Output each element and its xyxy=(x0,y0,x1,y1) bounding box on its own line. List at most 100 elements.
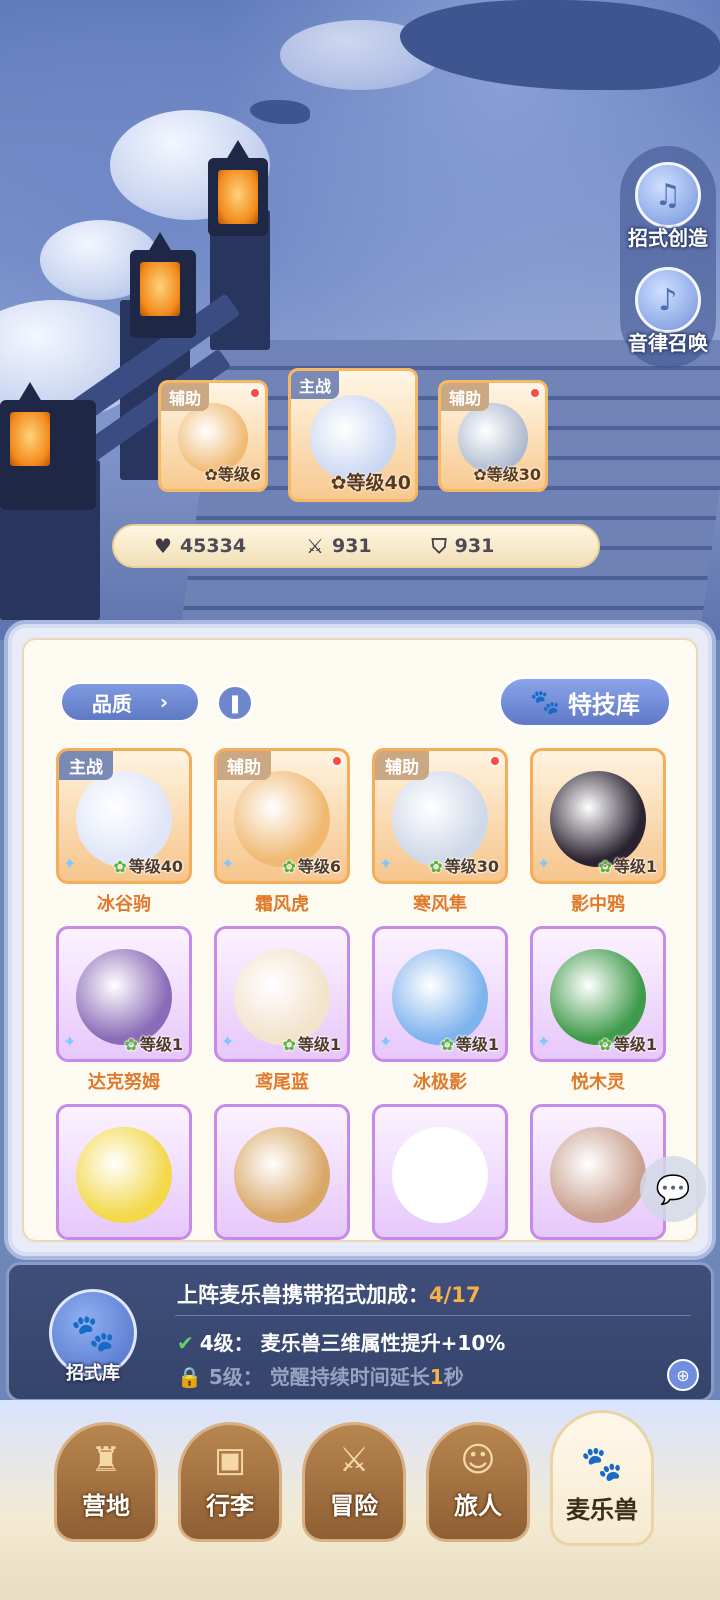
rock xyxy=(250,100,310,124)
chat-icon[interactable]: 💬 xyxy=(640,1156,706,1222)
check-icon: ✔ xyxy=(177,1331,194,1355)
creature-card[interactable] xyxy=(56,1104,192,1240)
team-slot-3[interactable]: 辅助 ✿等级30 xyxy=(438,380,548,492)
lock-icon: 🔒 xyxy=(177,1365,202,1389)
notification-dot xyxy=(331,755,343,767)
creature-name: 达克努姆 xyxy=(88,1072,160,1093)
role-tag: 主战 xyxy=(291,371,340,399)
skill-library-label: 特技库 xyxy=(567,690,640,719)
team-lineup: 辅助 ✿等级6 主战 ✿等级40 辅助 ✿等级30 xyxy=(0,368,720,510)
creature-portrait-card: 辅助 ✦ ✿ 等级6 xyxy=(214,748,350,884)
creature-name: 冰极影 xyxy=(413,1072,467,1093)
creature-card[interactable]: ✦ ✿ 等级1 影中鸦 xyxy=(530,748,666,916)
sparkle-icon: ✦ xyxy=(63,1032,77,1051)
shield-icon: ⛉ xyxy=(431,534,447,558)
tab-adventure[interactable]: ⚔ 冒险 xyxy=(302,1422,406,1542)
sparkle-icon: ✦ xyxy=(63,854,77,873)
paw-icon: 🐾 xyxy=(530,688,560,716)
level-text: ✿ 等级1 xyxy=(598,1035,657,1054)
divider xyxy=(175,1315,691,1316)
creature-portrait-card xyxy=(214,1104,350,1240)
melody-summon-label: 音律召唤 xyxy=(628,331,708,355)
level-text: ✿ 等级1 xyxy=(440,1035,499,1054)
creature-name: 冰谷驹 xyxy=(97,894,151,915)
melody-summon-button[interactable]: ♪ 音律召唤 xyxy=(620,267,716,356)
level-text: ✿等级40 xyxy=(330,472,411,494)
backpack-icon: ▣ xyxy=(213,1440,247,1480)
notification-dot xyxy=(249,387,261,399)
team-slot-2[interactable]: 主战 ✿等级40 xyxy=(288,368,418,502)
notification-dot xyxy=(489,755,501,767)
creature-image xyxy=(234,1126,330,1223)
creature-card[interactable]: 辅助 ✦ ✿ 等级6 霜风虎 xyxy=(214,748,350,916)
tab-pets[interactable]: 🐾 麦乐兽 xyxy=(550,1410,654,1546)
creature-portrait-card: ✦ ✿ 等级1 xyxy=(214,926,350,1062)
creature-card[interactable]: ✦ ✿ 等级1 悦木灵 xyxy=(530,926,666,1094)
lantern xyxy=(130,250,196,338)
notification-dot xyxy=(529,387,541,399)
pet-collection-panel: 品质 › ❚ 🐾 特技库 主战 ✦ ✿ 等级40 冰谷驹 辅助 ✦ ✿ 等级6 霜风虎 辅助 ✦ ✿ 等级… xyxy=(4,620,716,1260)
creature-card[interactable]: 主战 ✦ ✿ 等级40 冰谷驹 xyxy=(56,748,192,916)
chevron-right-icon: › xyxy=(159,690,169,714)
sparkle-icon: ✦ xyxy=(537,1032,551,1051)
creature-image xyxy=(550,1126,646,1223)
skill-create-label: 招式创造 xyxy=(628,226,708,250)
skill-library-button[interactable]: 🐾 特技库 xyxy=(498,676,672,728)
sparkle-icon: ✦ xyxy=(379,854,393,873)
leaf-icon: ✿ xyxy=(598,857,612,876)
tab-label: 旅人 xyxy=(454,1492,502,1520)
level-text: ✿ 等级1 xyxy=(124,1035,183,1054)
creature-card[interactable]: ✦ ✿ 等级1 达克努姆 xyxy=(56,926,192,1094)
role-tag: 辅助 xyxy=(161,383,210,411)
leaf-icon: ✿ xyxy=(282,1035,296,1054)
creature-card[interactable]: ✦ ✿ 等级1 冰极影 xyxy=(372,926,508,1094)
lyre-icon: ♪ xyxy=(635,267,701,333)
tab-traveler[interactable]: ☺ 旅人 xyxy=(426,1422,530,1542)
tab-luggage[interactable]: ▣ 行李 xyxy=(178,1422,282,1542)
quality-filter-button[interactable]: 品质 › xyxy=(60,682,200,722)
leaf-icon: ✿ xyxy=(440,1035,454,1054)
lantern xyxy=(208,158,268,236)
team-slot-1[interactable]: 辅助 ✿等级6 xyxy=(158,380,268,492)
sparkle-icon: ✦ xyxy=(221,854,235,873)
attack-stat: ⚔ 931 xyxy=(306,534,372,558)
skill-create-button[interactable]: ♫ 招式创造 xyxy=(620,162,716,251)
book-music-icon: ♫ xyxy=(635,162,701,228)
leaf-icon: ✿ xyxy=(113,857,127,876)
crossed-swords-icon: ⚔ xyxy=(306,534,324,558)
creature-portrait-card xyxy=(372,1104,508,1240)
creature-portrait-card: ✦ ✿ 等级1 xyxy=(530,926,666,1062)
creature-image xyxy=(76,1126,172,1223)
panel-content: 品质 › ❚ 🐾 特技库 主战 ✦ ✿ 等级40 冰谷驹 辅助 ✦ ✿ 等级6 霜风虎 辅助 ✦ ✿ 等级… xyxy=(22,638,698,1242)
creature-name: 霜风虎 xyxy=(255,894,309,915)
tab-label: 行李 xyxy=(206,1492,254,1520)
handbook-icon[interactable]: ❚ xyxy=(216,684,254,722)
castle-icon: ♜ xyxy=(90,1440,122,1480)
creature-card[interactable] xyxy=(372,1104,508,1240)
level-text: ✿ 等级1 xyxy=(282,1035,341,1054)
leaf-icon: ✿ xyxy=(124,1035,138,1054)
tab-camp[interactable]: ♜ 营地 xyxy=(54,1422,158,1542)
creature-card[interactable]: 辅助 ✦ ✿ 等级30 寒风隼 xyxy=(372,748,508,916)
level-text: ✿等级40 xyxy=(113,857,183,876)
filter-label: 品质 xyxy=(91,691,132,716)
bonus-row-unlocked: ✔ 4级： 麦乐兽三维属性提升+10% xyxy=(177,1331,506,1355)
team-stats-bar: ♥ 45334 ⚔ 931 ⛉ 931 xyxy=(112,524,600,568)
creature-card[interactable] xyxy=(214,1104,350,1240)
tab-label: 冒险 xyxy=(330,1492,378,1520)
bonus-count: 4/17 xyxy=(429,1283,481,1307)
tab-label: 营地 xyxy=(82,1492,130,1520)
creature-card[interactable]: ✦ ✿ 等级1 鸢尾蓝 xyxy=(214,926,350,1094)
creature-portrait-card: ✦ ✿ 等级1 xyxy=(56,926,192,1062)
creature-portrait-card: 辅助 ✦ ✿ 等级30 xyxy=(372,748,508,884)
zoom-icon[interactable]: ⊕ xyxy=(667,1359,699,1391)
creature-name: 悦木灵 xyxy=(571,1072,625,1093)
tab-label: 麦乐兽 xyxy=(566,1496,638,1524)
skill-bonus-info: 🐾 招式库 上阵麦乐兽携带招式加成：4/17 ✔ 4级： 麦乐兽三维属性提升+10… xyxy=(6,1262,714,1402)
crossed-swords-icon: ⚔ xyxy=(338,1440,370,1480)
defense-stat: ⛉ 931 xyxy=(431,534,495,558)
sparkle-icon: ✦ xyxy=(221,1032,235,1051)
creature-name: 寒风隼 xyxy=(413,894,467,915)
creature-name: 鸢尾蓝 xyxy=(255,1072,309,1093)
role-tag: 辅助 xyxy=(217,751,271,780)
